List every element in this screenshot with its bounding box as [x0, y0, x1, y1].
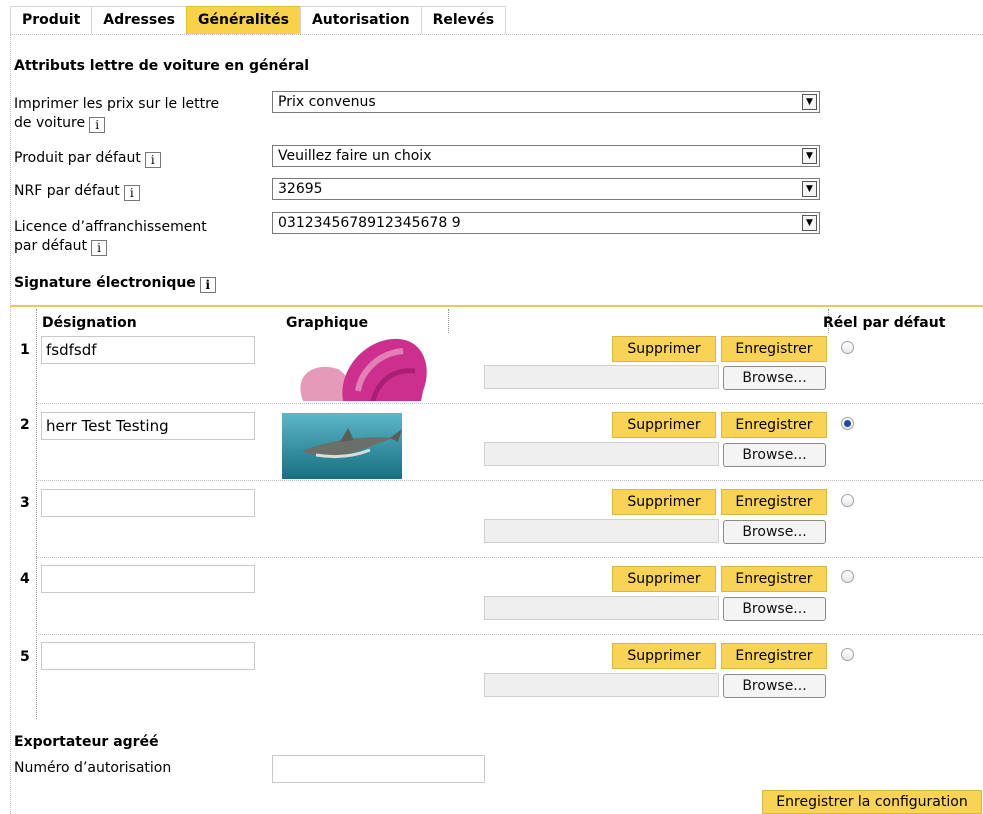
info-icon[interactable]: i — [91, 240, 108, 256]
delete-button[interactable]: Supprimer — [612, 412, 716, 438]
tab-divider — [10, 34, 983, 35]
header-graphic: Graphique — [286, 315, 369, 331]
file-path-input[interactable] — [484, 673, 719, 697]
browse-button[interactable]: Browse... — [723, 520, 826, 544]
default-license-select[interactable]: 0312345678912345678 9 ▼ — [272, 212, 820, 234]
header-designation: Désignation — [42, 315, 137, 331]
default-product-label: Produit par défaut i — [14, 149, 161, 168]
signature-table-top-border — [10, 305, 983, 307]
signature-image — [282, 413, 402, 479]
authorization-number-input[interactable] — [272, 755, 485, 783]
signature-table: Désignation Graphique Réel par défaut 1 … — [10, 305, 983, 719]
save-configuration-button[interactable]: Enregistrer la configuration — [762, 790, 982, 814]
designation-input[interactable] — [41, 489, 255, 517]
info-icon[interactable]: i — [89, 117, 106, 133]
header-default: Réel par défaut — [823, 315, 946, 331]
row-number: 3 — [20, 495, 30, 511]
file-path-input[interactable] — [484, 596, 719, 620]
tab-adresses[interactable]: Adresses — [91, 6, 188, 34]
delete-button[interactable]: Supprimer — [612, 566, 716, 592]
chevron-down-icon[interactable]: ▼ — [802, 181, 817, 197]
default-product-select[interactable]: Veuillez faire un choix ▼ — [272, 145, 820, 167]
save-button[interactable]: Enregistrer — [721, 643, 827, 669]
row-number: 5 — [20, 649, 30, 665]
save-button[interactable]: Enregistrer — [721, 412, 827, 438]
tab-autorisation[interactable]: Autorisation — [299, 6, 422, 34]
tab-releves[interactable]: Relevés — [420, 6, 507, 34]
file-path-input[interactable] — [484, 365, 719, 389]
row-number: 1 — [20, 342, 30, 358]
default-radio[interactable] — [841, 417, 854, 430]
print-prices-select[interactable]: Prix convenus ▼ — [272, 91, 820, 113]
info-icon[interactable]: i — [144, 152, 161, 168]
default-radio[interactable] — [841, 494, 854, 507]
designation-input[interactable]: herr Test Testing — [41, 412, 255, 440]
browse-button[interactable]: Browse... — [723, 443, 826, 467]
row-number: 4 — [20, 571, 30, 587]
delete-button[interactable]: Supprimer — [612, 643, 716, 669]
designation-input[interactable] — [41, 565, 255, 593]
default-license-label: Licence d’affranchissement par défaut i — [14, 219, 207, 256]
file-path-input[interactable] — [484, 442, 719, 466]
chevron-down-icon[interactable]: ▼ — [802, 94, 817, 110]
default-radio[interactable] — [841, 341, 854, 354]
row-divider — [36, 403, 983, 404]
row-number: 2 — [20, 417, 30, 433]
chevron-down-icon[interactable]: ▼ — [802, 215, 817, 231]
default-radio[interactable] — [841, 570, 854, 583]
save-button[interactable]: Enregistrer — [721, 336, 827, 362]
chevron-down-icon[interactable]: ▼ — [802, 148, 817, 164]
default-nrf-select[interactable]: 32695 ▼ — [272, 178, 820, 200]
delete-button[interactable]: Supprimer — [612, 336, 716, 362]
file-path-input[interactable] — [484, 519, 719, 543]
column-divider — [448, 309, 449, 333]
designation-input[interactable] — [41, 642, 255, 670]
exporter-section-title: Exportateur agréé — [14, 734, 159, 750]
browse-button[interactable]: Browse... — [723, 674, 826, 698]
authorization-number-label: Numéro d’autorisation — [14, 760, 172, 776]
tab-generalites[interactable]: Généralités — [186, 6, 301, 34]
info-icon[interactable]: i — [199, 277, 216, 293]
save-button[interactable]: Enregistrer — [721, 489, 827, 515]
save-button[interactable]: Enregistrer — [721, 566, 827, 592]
row-divider — [36, 634, 983, 635]
browse-button[interactable]: Browse... — [723, 597, 826, 621]
row-divider — [36, 557, 983, 558]
row-divider — [36, 480, 983, 481]
waybill-section-title: Attributs lettre de voiture en général — [14, 58, 310, 74]
browse-button[interactable]: Browse... — [723, 366, 826, 390]
tab-produit[interactable]: Produit — [10, 6, 93, 34]
info-icon[interactable]: i — [123, 185, 140, 201]
signature-section-title: Signature électronique i — [14, 275, 216, 293]
designation-input[interactable]: fsdfsdf — [41, 336, 255, 364]
tab-bar: Produit Adresses Généralités Autorisatio… — [10, 6, 507, 34]
default-radio[interactable] — [841, 648, 854, 661]
print-prices-label: Imprimer les prix sur le lettre de voitu… — [14, 96, 220, 133]
column-divider — [36, 309, 37, 719]
delete-button[interactable]: Supprimer — [612, 489, 716, 515]
signature-image — [283, 331, 431, 401]
default-nrf-label: NRF par défaut i — [14, 182, 140, 201]
